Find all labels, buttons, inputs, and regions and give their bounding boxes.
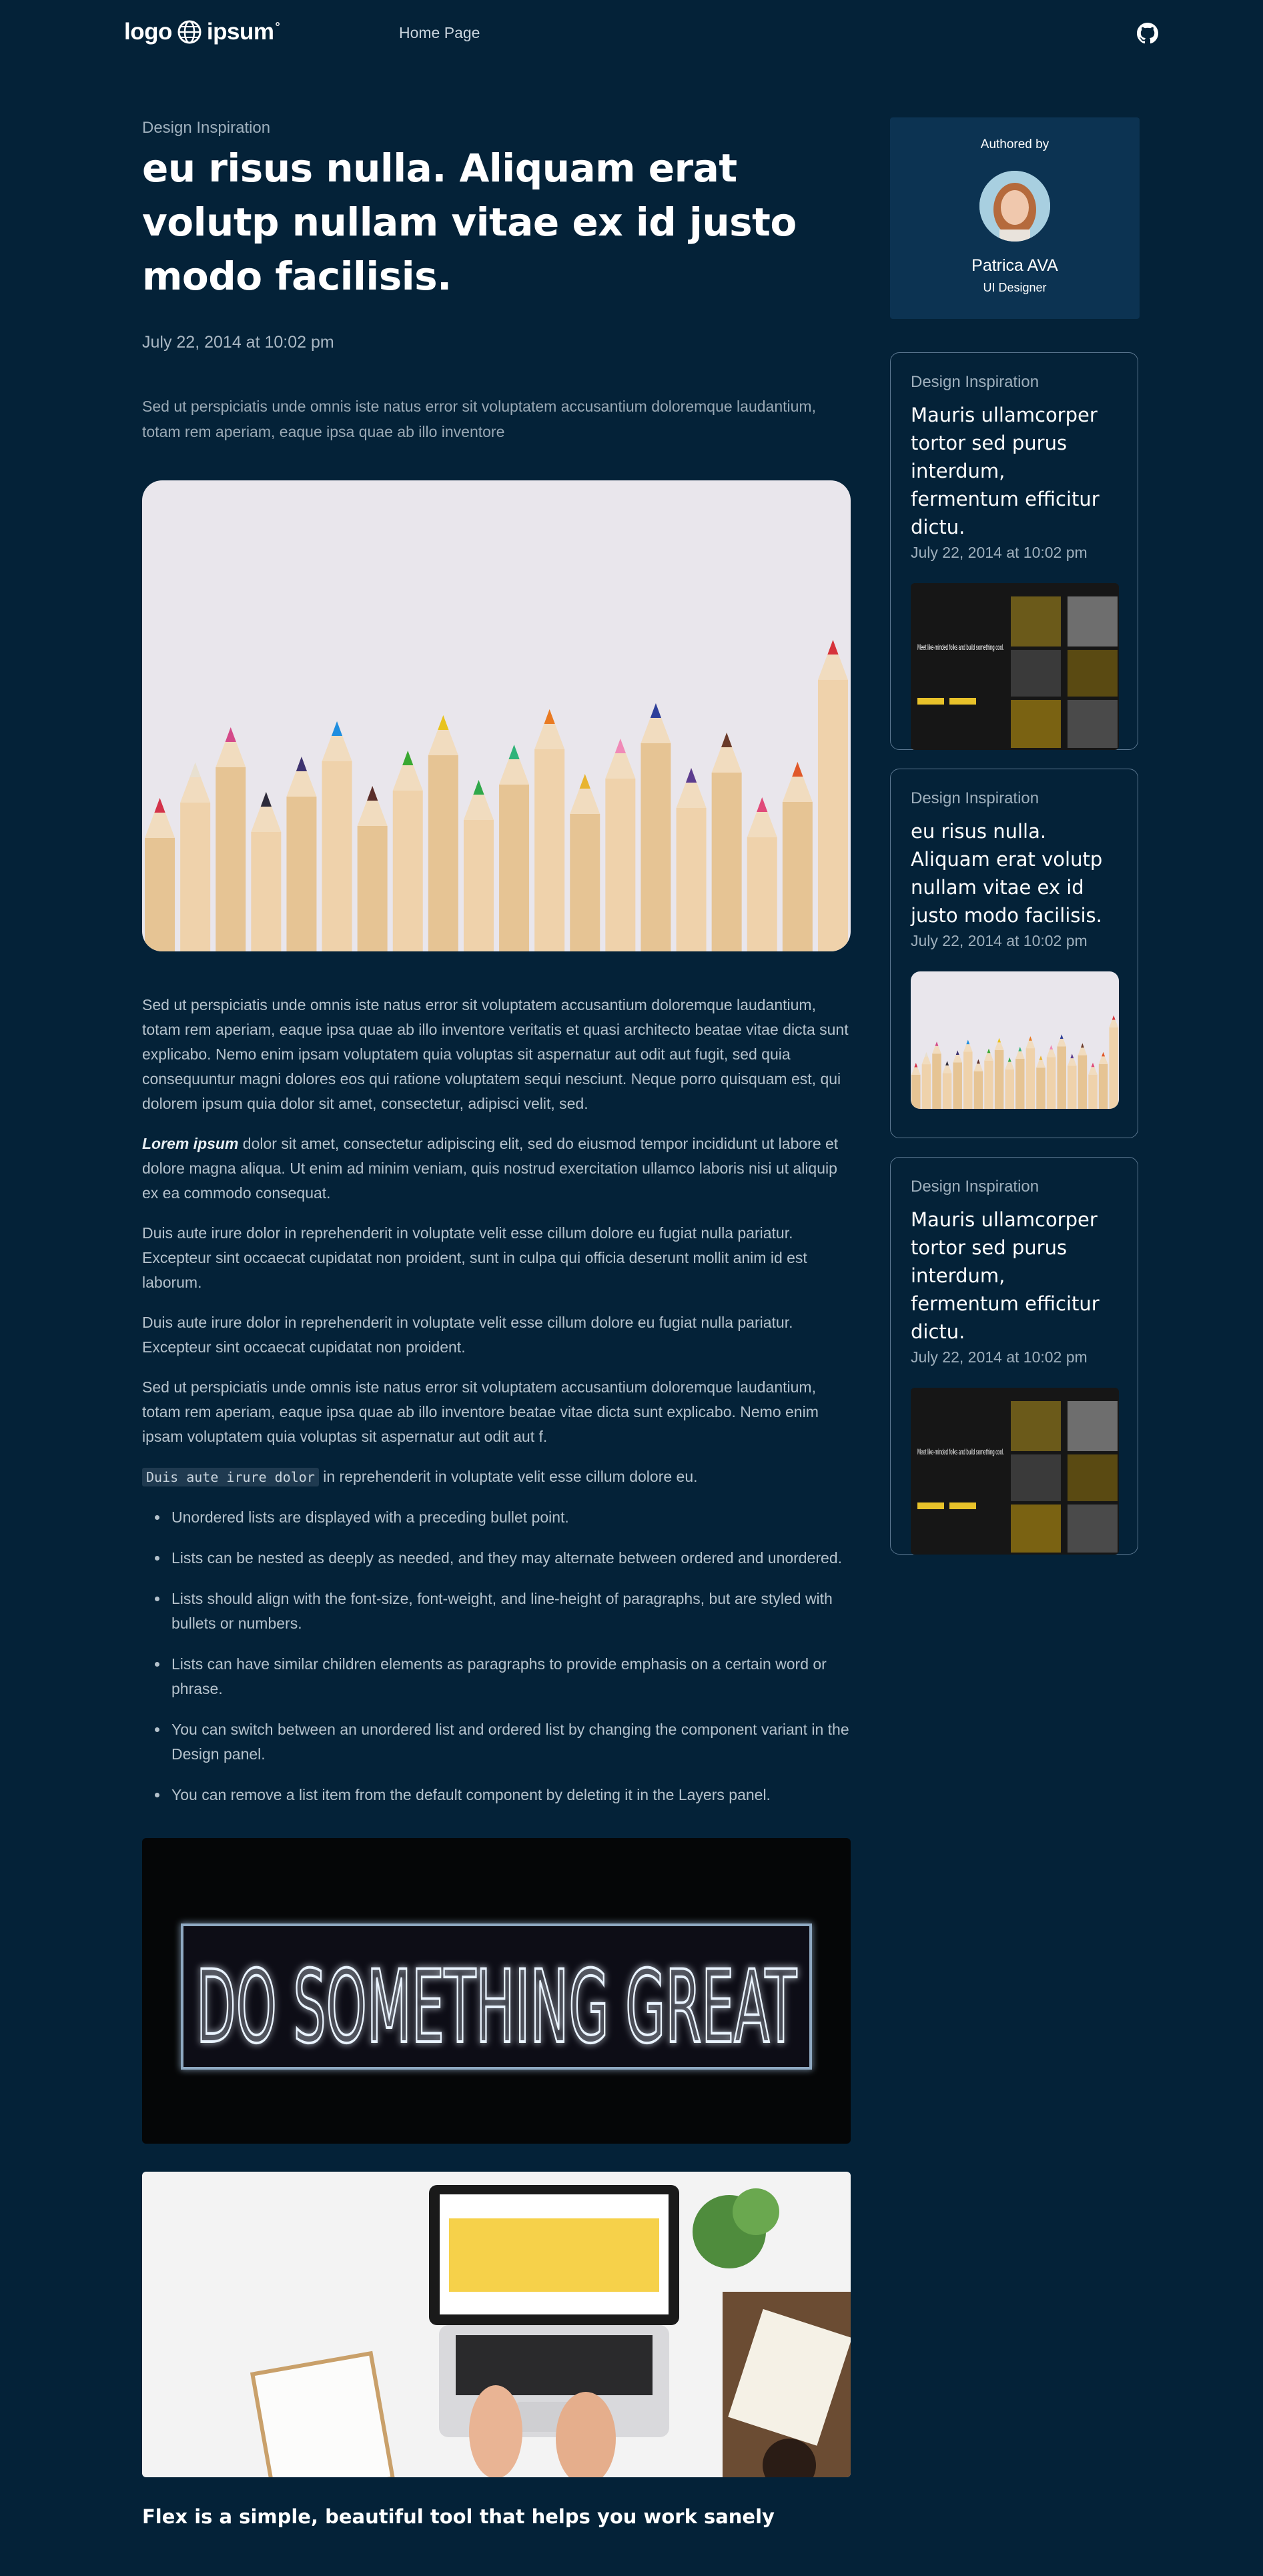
article-body: Sed ut perspiciatis unde omnis iste natu…: [142, 993, 851, 1807]
paragraph-code: Duis aute irure dolor in reprehenderit i…: [142, 1464, 851, 1490]
card-date: July 22, 2014 at 10:02 pm: [911, 1348, 1088, 1366]
author-role: UI Designer: [983, 281, 1047, 294]
paragraph-text: dolor sit amet, consectetur adipiscing e…: [142, 1135, 839, 1202]
laptop-desk-image: [142, 2172, 851, 2477]
article-date: July 22, 2014 at 10:02 pm: [142, 333, 334, 352]
avatar[interactable]: [979, 171, 1050, 242]
card-thumbnail-pencils: [911, 971, 1119, 1109]
paragraph-emphasis: Lorem ipsum dolor sit amet, consectetur …: [142, 1132, 851, 1206]
inline-code: Duis aute irure dolor: [142, 1468, 319, 1486]
sidebar-article-card[interactable]: Design Inspiration Mauris ullamcorper to…: [890, 352, 1138, 750]
logo-text-2: ipsum: [206, 19, 274, 45]
article-category[interactable]: Design Inspiration: [142, 119, 851, 137]
hero-image-colored-pencils: [142, 480, 851, 951]
paragraph: Duis aute irure dolor in reprehenderit i…: [142, 1224, 807, 1291]
card-thumbnail-dark: Meet like-minded folks and build somethi…: [911, 583, 1119, 750]
logo-text: logo: [124, 19, 172, 45]
bullet-list: Unordered lists are displayed with a pre…: [142, 1505, 851, 1807]
author-card: Authored by Patrica AVA UI Designer: [890, 117, 1140, 319]
card-category[interactable]: Design Inspiration: [911, 789, 1118, 808]
paragraph: Sed ut perspiciatis unde omnis iste natu…: [142, 1378, 819, 1445]
list-item: You can switch between an unordered list…: [169, 1717, 851, 1767]
bold-italic-text: Lorem ipsum: [142, 1135, 239, 1152]
neon-sign-image: DO SOMETHING GREAT: [142, 1838, 851, 2144]
card-title[interactable]: eu risus nulla. Aliquam erat volutp null…: [911, 817, 1118, 929]
list-item: Unordered lists are displayed with a pre…: [169, 1505, 851, 1530]
article-title: eu risus nulla. Aliquam erat volutp null…: [142, 145, 797, 299]
card-thumbnail-dark: Meet like-minded folks and build somethi…: [911, 1388, 1119, 1555]
logo[interactable]: logo ipsum °: [124, 19, 280, 45]
card-title[interactable]: Mauris ullamcorper tortor sed purus inte…: [911, 1206, 1118, 1346]
list-item: Lists can have similar children elements…: [169, 1652, 851, 1701]
list-item: Lists should align with the font-size, f…: [169, 1587, 851, 1636]
card-title[interactable]: Mauris ullamcorper tortor sed purus inte…: [911, 401, 1118, 541]
section-heading: Flex is a simple, beautiful tool that he…: [142, 2505, 775, 2528]
neon-text: DO SOMETHING GREAT: [196, 1950, 797, 2066]
logo-trademark: °: [275, 19, 280, 33]
paragraph: Sed ut perspiciatis unde omnis iste natu…: [142, 996, 849, 1112]
authored-by-label: Authored by: [980, 137, 1049, 151]
github-icon[interactable]: [1137, 23, 1158, 44]
thumbnail-text: Meet like-minded folks and build somethi…: [917, 642, 1004, 652]
card-date: July 22, 2014 at 10:02 pm: [911, 932, 1088, 949]
article: Design Inspiration eu risus nulla. Aliqu…: [142, 107, 851, 2528]
paragraph: Duis aute irure dolor in reprehenderit i…: [142, 1314, 793, 1356]
author-name[interactable]: Patrica AVA: [890, 256, 1140, 276]
sidebar-article-card[interactable]: Design Inspiration eu risus nulla. Aliqu…: [890, 769, 1138, 1138]
article-lead: Sed ut perspiciatis unde omnis iste natu…: [142, 398, 816, 440]
card-date: July 22, 2014 at 10:02 pm: [911, 544, 1088, 561]
thumbnail-text: Meet like-minded folks and build somethi…: [917, 1447, 1004, 1456]
globe-icon: [177, 20, 201, 44]
card-category[interactable]: Design Inspiration: [911, 1178, 1118, 1196]
sidebar-article-card[interactable]: Design Inspiration Mauris ullamcorper to…: [890, 1157, 1138, 1555]
paragraph-text: in reprehenderit in voluptate velit esse…: [318, 1468, 698, 1485]
top-navigation: logo ipsum ° Home Page: [0, 0, 1263, 67]
nav-home-page-link[interactable]: Home Page: [399, 24, 480, 42]
list-item: Lists can be nested as deeply as needed,…: [169, 1546, 851, 1571]
list-item: You can remove a list item from the defa…: [169, 1783, 851, 1807]
card-category[interactable]: Design Inspiration: [911, 373, 1118, 392]
